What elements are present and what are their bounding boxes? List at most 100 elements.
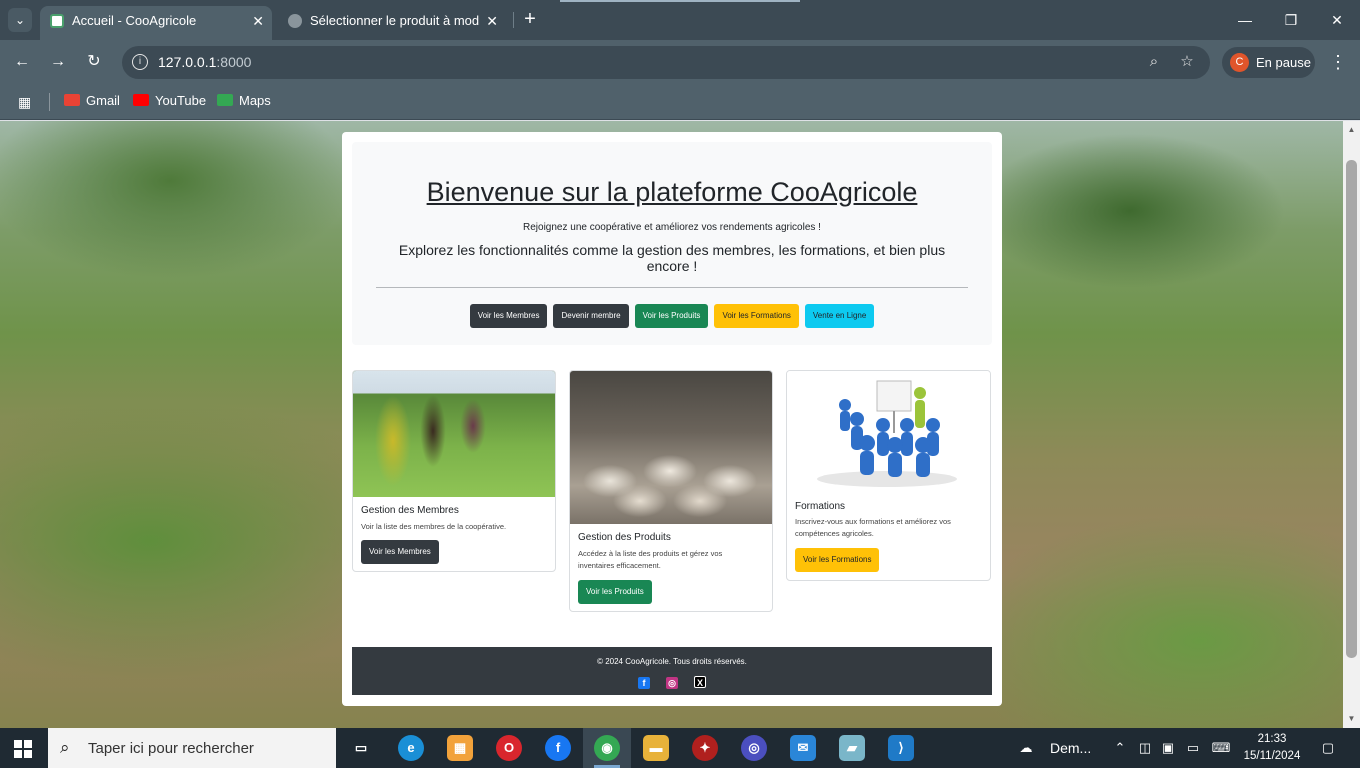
copyright-text: © 2024 CooAgricole. Tous droits réservés…	[597, 657, 747, 666]
tab-label: Accueil - CooAgricole	[72, 13, 197, 28]
address-bar[interactable]: i 127.0.0.1:8000 ⌕ ☆	[122, 46, 1210, 79]
network-icon[interactable]: ▣	[1160, 740, 1176, 756]
farmers-field-image	[353, 371, 555, 497]
page-title: Bienvenue sur la plateforme CooAgricole	[426, 177, 918, 207]
vscode-icon[interactable]: ⟩	[888, 735, 914, 761]
clock-date: 15/11/2024	[1243, 750, 1301, 762]
youtube-icon	[133, 94, 149, 106]
tab-divider	[513, 12, 514, 28]
profile-status: En pause	[1256, 55, 1311, 70]
app-tile-icon[interactable]: ▰	[839, 735, 865, 761]
chevron-up-icon[interactable]: ⌃	[1112, 740, 1128, 756]
chrome-icon[interactable]: ◉	[594, 735, 620, 761]
tab-label: Sélectionner le produit à modifier	[310, 13, 480, 28]
meet-icon[interactable]: ◫	[1137, 740, 1153, 756]
zoom-icon[interactable]: ⌕	[1144, 52, 1164, 72]
instagram-icon[interactable]: ◎	[666, 677, 678, 689]
browser-menu-icon[interactable]: ⋮	[1328, 50, 1348, 74]
card-members: Gestion des Membres Voir la liste des me…	[352, 370, 556, 572]
close-tab-icon[interactable]: ✕	[252, 6, 264, 36]
hero-lead: Rejoignez une coopérative et améliorez v…	[523, 222, 821, 233]
view-members-button[interactable]: Voir les Membres	[469, 304, 548, 328]
scrollbar-thumb[interactable]	[1346, 160, 1357, 658]
grain-sacks-image	[570, 371, 772, 524]
avatar: C	[1230, 53, 1249, 72]
card-products: Gestion des Produits Accédez à la liste …	[569, 370, 773, 612]
close-tab-icon[interactable]: ✕	[486, 6, 498, 36]
browser-toolbar: ← → ↻ i 127.0.0.1:8000 ⌕ ☆ C En pause ⋮	[0, 40, 1360, 85]
browser-tab-bar: ⌄ Accueil - CooAgricole ✕ Sélectionner l…	[0, 0, 1360, 40]
reload-button[interactable]: ↻	[82, 50, 106, 74]
tab-select-product[interactable]: Sélectionner le produit à modifier ✕	[278, 6, 506, 40]
card-formations: Formations Inscrivez-vous aux formations…	[786, 370, 991, 581]
restore-button[interactable]: ❐	[1279, 8, 1303, 32]
bookmark-gmail[interactable]: Gmail	[64, 93, 120, 108]
facebook-app-icon[interactable]: f	[545, 735, 571, 761]
site-info-icon[interactable]: i	[132, 54, 148, 70]
card-view-formations-button[interactable]: Voir les Formations	[795, 548, 880, 572]
social-links: f ◎ X	[352, 673, 992, 691]
card-button-wrapper: Voir les Membres	[361, 540, 439, 564]
hero-button-group: Voir les Membres Devenir membre Voir les P…	[352, 304, 992, 328]
card-text: Voir la liste des membres de la coopérat…	[361, 522, 507, 531]
weather-label[interactable]: Dem...	[1050, 740, 1091, 756]
scroll-up-icon[interactable]: ▲	[1346, 125, 1357, 135]
bookmark-maps[interactable]: Maps	[217, 93, 271, 108]
search-icon: ⌕	[60, 738, 70, 757]
task-view-icon[interactable]: ▭	[348, 735, 374, 761]
antivirus-icon[interactable]: ✦	[692, 735, 718, 761]
become-member-button[interactable]: Devenir membre	[553, 304, 629, 328]
taskbar-search[interactable]: ⌕ Taper ici pour rechercher	[48, 728, 336, 768]
card-title: Gestion des Membres	[361, 505, 459, 516]
close-window-button[interactable]: ✕	[1325, 8, 1349, 32]
bookmark-star-icon[interactable]: ☆	[1177, 52, 1197, 72]
x-icon[interactable]: X	[694, 676, 706, 688]
view-products-button[interactable]: Voir les Produits	[634, 304, 709, 328]
bookmark-divider	[49, 93, 50, 111]
tab-accueil[interactable]: Accueil - CooAgricole ✕	[40, 6, 272, 40]
card-title: Formations	[795, 501, 846, 512]
view-formations-button[interactable]: Voir les Formations	[714, 304, 799, 328]
back-button[interactable]: ←	[10, 50, 34, 74]
hero-text: Explorez les fonctionnalités comme la ge…	[398, 242, 946, 274]
globe-icon	[288, 14, 302, 28]
windows-taskbar: ⌕ Taper ici pour rechercher ▭ e ▦ O f ◉ …	[0, 728, 1360, 768]
minimize-button[interactable]: —	[1233, 8, 1257, 32]
edge-icon[interactable]: e	[398, 735, 424, 761]
page-viewport: Bienvenue sur la plateforme CooAgricole …	[0, 121, 1343, 728]
bookmark-youtube[interactable]: YouTube	[133, 93, 206, 108]
card-text: Accédez à la liste des produits et gérez…	[578, 549, 723, 570]
page-footer: © 2024 CooAgricole. Tous droits réservés…	[352, 647, 992, 695]
system-clock[interactable]: 21:33 15/11/2024	[1236, 731, 1308, 765]
card-view-products-button[interactable]: Voir les Produits	[578, 580, 652, 604]
loading-indicator	[560, 0, 800, 2]
facebook-icon[interactable]: f	[638, 677, 650, 689]
card-title: Gestion des Produits	[578, 532, 671, 543]
battery-icon[interactable]: ▭	[1185, 740, 1201, 756]
file-explorer-icon[interactable]: ▬	[643, 735, 669, 761]
opera-icon[interactable]: O	[496, 735, 522, 761]
main-container: Bienvenue sur la plateforme CooAgricole …	[342, 132, 1002, 706]
scroll-down-icon[interactable]: ▼	[1346, 714, 1357, 724]
app-globe-icon[interactable]: ◎	[741, 735, 767, 761]
weather-icon[interactable]: ☁	[1018, 740, 1034, 756]
card-view-members-button[interactable]: Voir les Membres	[361, 540, 439, 564]
new-tab-button[interactable]: +	[520, 8, 540, 32]
url-text[interactable]: 127.0.0.1:8000	[158, 54, 251, 70]
notifications-icon[interactable]: ▢	[1318, 740, 1338, 756]
search-placeholder: Taper ici pour rechercher	[88, 740, 254, 757]
keyboard-icon[interactable]: ⌨	[1210, 740, 1232, 756]
bookmarks-bar: ▦ Gmail YouTube Maps	[0, 85, 1360, 120]
tab-search-button[interactable]: ⌄	[8, 8, 32, 32]
profile-button[interactable]: C En pause	[1222, 47, 1315, 78]
hero-section: Bienvenue sur la plateforme CooAgricole …	[352, 142, 992, 345]
store-icon[interactable]: ▦	[447, 735, 473, 761]
mail-icon[interactable]: ✉	[790, 735, 816, 761]
forward-button[interactable]: →	[46, 50, 70, 74]
clock-time: 21:33	[1257, 733, 1287, 745]
apps-grid-icon[interactable]: ▦	[18, 94, 34, 110]
windows-start-icon[interactable]	[14, 740, 32, 758]
online-sales-button[interactable]: Vente en Ligne	[804, 304, 875, 328]
maps-icon	[217, 94, 233, 106]
hero-divider	[376, 287, 968, 288]
